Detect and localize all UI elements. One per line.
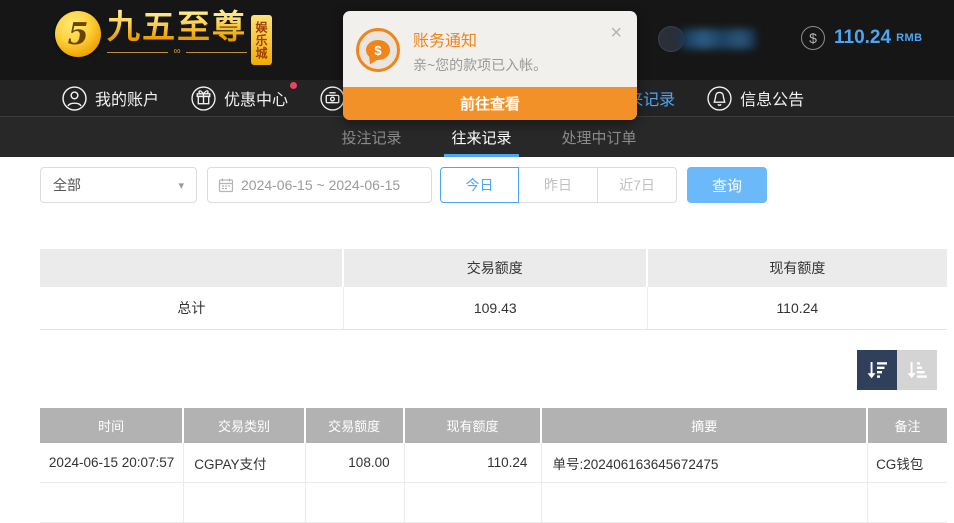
username-redacted (680, 29, 756, 49)
summary-total-row: 总计 109.43 110.24 (40, 287, 947, 330)
nav-item-my-account[interactable]: 我的账户 (62, 86, 159, 111)
popup-title: 账务通知 (413, 27, 477, 51)
site-logo[interactable]: 5 九五至尊 ∞ 娱乐城 (55, 8, 272, 65)
search-button[interactable]: 查询 (687, 167, 767, 203)
quick-date-buttons: 今日 昨日 近7日 (440, 167, 677, 203)
chevron-down-icon: ▾ (178, 179, 184, 192)
type-select[interactable]: 全部 ▾ (40, 167, 197, 203)
dollar-icon: $ (801, 26, 825, 50)
table-row: 2024-06-15 20:07:57 CGPAY支付 108.00 110.2… (40, 443, 947, 483)
header-summary: 摘要 (542, 408, 868, 443)
tab-label: 处理中订单 (562, 127, 637, 148)
calendar-icon (218, 177, 234, 193)
account-notification-popup: $ 账务通知 亲~您的款项已入帐。 × 前往查看 (343, 11, 637, 120)
summary-header-transaction: 交易额度 (344, 249, 648, 287)
close-icon[interactable]: × (610, 23, 622, 43)
record-tabs: 投注记录 往来记录 处理中订单 (0, 117, 954, 157)
tab-betting-records[interactable]: 投注记录 (338, 117, 404, 157)
summary-header-current: 现有额度 (648, 249, 947, 287)
date-range-input[interactable]: 2024-06-15 ~ 2024-06-15 (207, 167, 432, 203)
nav-label: 优惠中心 (224, 86, 288, 110)
balance-amount: 110.24 (834, 27, 891, 49)
date-range-value: 2024-06-15 ~ 2024-06-15 (241, 177, 400, 193)
balance-display[interactable]: $ 110.24 RMB (801, 26, 923, 50)
summary-table: 交易额度 现有额度 总计 109.43 110.24 (40, 249, 947, 330)
header-amount: 交易额度 (306, 408, 405, 443)
filter-row: 全部 ▾ 2024-06-15 ~ 2024-06-15 今日 昨日 近7日 查… (0, 167, 954, 203)
tab-pending-orders[interactable]: 处理中订单 (559, 117, 640, 157)
tab-transaction-records[interactable]: 往来记录 (448, 117, 514, 157)
yesterday-button[interactable]: 昨日 (519, 167, 598, 203)
records-table: 时间 交易类别 交易额度 现有额度 摘要 备注 2024-06-15 20:07… (40, 408, 947, 523)
brand-badge: 娱乐城 (251, 15, 272, 65)
popup-message: 亲~您的款项已入帐。 (413, 55, 547, 75)
bell-icon (707, 86, 732, 111)
summary-header-row: 交易额度 现有额度 (40, 249, 947, 287)
tab-label: 往来记录 (451, 127, 511, 148)
balance-currency: RMB (896, 32, 923, 44)
last7days-button[interactable]: 近7日 (598, 167, 677, 203)
header-type: 交易类别 (184, 408, 306, 443)
deposit-icon (320, 86, 345, 111)
nav-item-promotions[interactable]: 优惠中心 (191, 86, 288, 111)
nav-label: 我的账户 (95, 86, 159, 110)
summary-header-blank (40, 249, 344, 287)
notification-dot (290, 82, 297, 89)
user-icon (62, 86, 87, 111)
today-button[interactable]: 今日 (440, 167, 519, 203)
money-message-icon: $ (356, 28, 400, 72)
header-note: 备注 (868, 408, 947, 443)
logo-mark-icon: 5 (55, 11, 101, 57)
sort-desc-icon[interactable] (857, 350, 897, 390)
cell-amount: 108.00 (306, 443, 405, 482)
tab-label: 投注记录 (341, 127, 401, 148)
gift-icon (191, 86, 216, 111)
summary-transaction-amount: 109.43 (344, 287, 648, 329)
cell-type: CGPAY支付 (184, 443, 306, 482)
records-header-row: 时间 交易类别 交易额度 现有额度 摘要 备注 (40, 408, 947, 443)
sort-buttons (857, 350, 937, 390)
summary-total-label: 总计 (40, 287, 344, 329)
cell-note: CG钱包 (868, 443, 947, 482)
cell-balance: 110.24 (405, 443, 543, 482)
cell-summary: 单号:202406163645672475 (542, 443, 868, 482)
table-row-partial (40, 483, 947, 523)
nav-item-announcements[interactable]: 信息公告 (707, 86, 804, 111)
type-select-value: 全部 (53, 175, 81, 195)
header-balance: 现有额度 (405, 408, 543, 443)
cell-time: 2024-06-15 20:07:57 (40, 443, 184, 482)
logo-flourish: ∞ (107, 48, 247, 56)
nav-label: 信息公告 (740, 86, 804, 110)
summary-current-amount: 110.24 (648, 287, 947, 329)
go-view-button[interactable]: 前往查看 (343, 87, 637, 120)
header-time: 时间 (40, 408, 184, 443)
sort-asc-icon[interactable] (897, 350, 937, 390)
user-account[interactable] (658, 26, 756, 52)
brand-name: 九五至尊 (107, 8, 247, 46)
